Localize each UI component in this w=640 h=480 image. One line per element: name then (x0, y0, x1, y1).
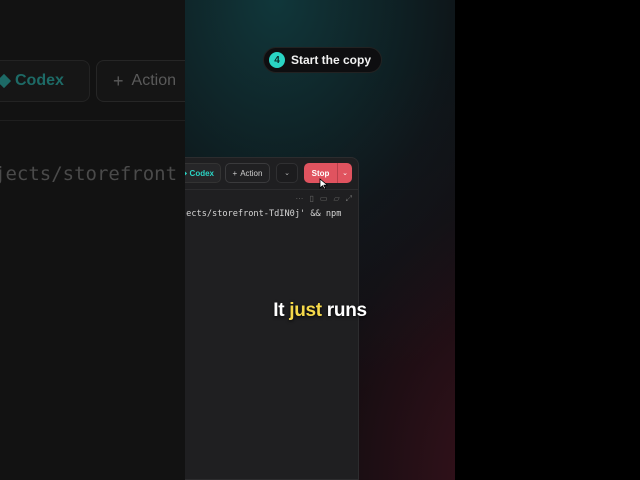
codex-diamond-icon (0, 73, 12, 89)
panel-divider (185, 189, 358, 190)
bg-codex-label: Codex (15, 72, 64, 89)
plus-icon: + (113, 70, 124, 91)
bg-action-button: + Action (96, 60, 185, 102)
dropdown-button[interactable]: ⌄ (276, 163, 298, 183)
codex-label: Codex (189, 168, 214, 178)
plus-icon: + (232, 168, 238, 178)
action-label: Action (240, 168, 263, 178)
terminal-icon-bar: ··· ▯ ▭ ▱ ⤢ (295, 194, 352, 204)
bg-terminal-text: jects/storefront (0, 163, 178, 185)
bg-action-label: Action (131, 72, 176, 89)
panel-toolbar: Codex + Action ⌄ Stop ⌄ (185, 163, 358, 190)
action-button[interactable]: + Action (225, 163, 270, 183)
more-icon[interactable]: ··· (295, 194, 303, 204)
video-frame: Codex + Action jects/storefront 4 Start … (0, 0, 640, 480)
folder-icon[interactable]: ▱ (333, 194, 339, 204)
stop-caret-icon[interactable]: ⌄ (337, 163, 352, 183)
expand-icon[interactable]: ⤢ (346, 194, 352, 204)
zoomed-background: Codex + Action jects/storefront (0, 0, 185, 480)
bg-codex-button: Codex (0, 60, 90, 102)
caption-highlight: just (289, 300, 322, 321)
caption-word-2: runs (326, 300, 367, 321)
terminal-line: jects/storefront-TdIN0j' && npm (185, 209, 342, 219)
black-edge (455, 0, 640, 480)
step-badge: 4 Start the copy (263, 47, 383, 73)
step-label: Start the copy (291, 53, 372, 67)
panel-icon[interactable]: ▭ (320, 194, 328, 204)
caption-word-1: It (273, 300, 285, 321)
bg-divider (0, 120, 185, 121)
step-number: 4 (269, 52, 285, 68)
codex-diamond-icon (185, 169, 187, 177)
chevron-down-icon: ⌄ (284, 170, 290, 177)
split-icon[interactable]: ▯ (309, 194, 313, 204)
codex-button[interactable]: Codex (185, 163, 221, 183)
caption: It just runs (0, 300, 640, 322)
